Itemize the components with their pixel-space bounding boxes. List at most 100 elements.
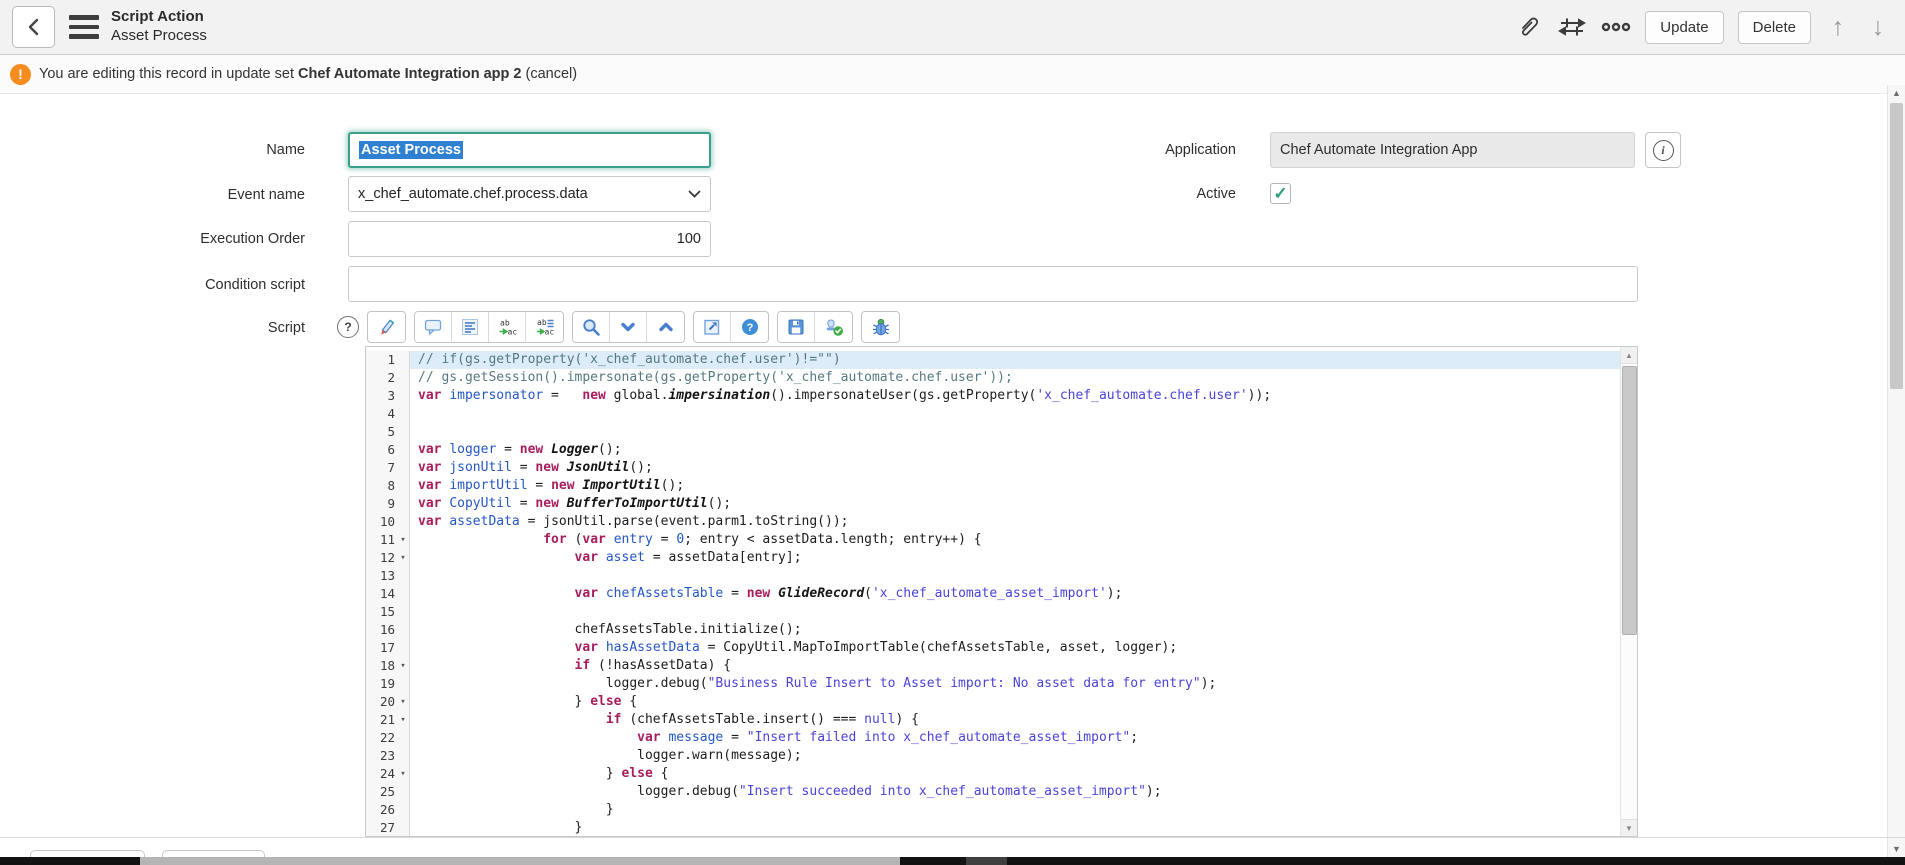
code-text[interactable]: } else { [410,765,1620,783]
code-line[interactable]: 10var assetData = jsonUtil.parse(event.p… [366,513,1620,531]
code-line[interactable]: 16 chefAssetsTable.initialize(); [366,621,1620,639]
cancel-link[interactable]: (cancel) [525,66,577,82]
update-button[interactable]: Update [1645,11,1723,44]
fold-toggle-icon[interactable]: ▾ [397,657,409,675]
script-code-editor[interactable]: 1// if(gs.getProperty('x_chef_automate.c… [365,346,1638,837]
toggle-comment-button[interactable] [415,312,452,342]
code-text[interactable] [410,405,1620,423]
menu-hamburger-icon[interactable] [69,15,99,39]
code-text[interactable] [410,603,1620,621]
editor-scrollbar-thumb[interactable] [1622,366,1637,635]
code-text[interactable] [410,567,1620,585]
code-text[interactable]: } [410,801,1620,819]
code-line[interactable]: 8var importUtil = new ImportUtil(); [366,477,1620,495]
code-line[interactable]: 1// if(gs.getProperty('x_chef_automate.c… [366,351,1620,369]
find-previous-button[interactable] [647,312,684,342]
code-line[interactable]: 13 [366,567,1620,585]
code-line[interactable]: 11▾ for (var entry = 0; entry < assetDat… [366,531,1620,549]
scroll-down-icon[interactable]: ▼ [1621,819,1637,836]
code-line[interactable]: 5 [366,423,1620,441]
page-scrollbar-thumb[interactable] [1890,103,1903,389]
code-text[interactable]: for (var entry = 0; entry < assetData.le… [410,531,1620,549]
fold-toggle-icon[interactable]: ▾ [397,765,409,783]
scroll-up-icon[interactable]: ▲ [1621,347,1637,364]
attachment-paperclip-icon[interactable] [1513,12,1543,42]
code-line[interactable]: 24▾ } else { [366,765,1620,783]
page-scroll-up-icon[interactable]: ▲ [1888,85,1905,101]
code-line[interactable]: 7var jsonUtil = new JsonUtil(); [366,459,1620,477]
format-code-button[interactable] [452,312,489,342]
code-text[interactable]: var asset = assetData[entry]; [410,549,1620,567]
fold-toggle-icon[interactable]: ▾ [397,693,409,711]
event-name-select[interactable]: x_chef_automate.chef.process.data [348,176,711,212]
code-text[interactable]: if (!hasAssetData) { [410,657,1620,675]
code-text[interactable]: var hasAssetData = CopyUtil.MapToImportT… [410,639,1620,657]
code-line[interactable]: 27 } [366,819,1620,837]
code-text[interactable]: var impersonator = new global.impersinat… [410,387,1620,405]
code-text[interactable]: var jsonUtil = new JsonUtil(); [410,459,1620,477]
fold-toggle-icon[interactable]: ▾ [397,531,409,549]
code-line[interactable]: 17 var hasAssetData = CopyUtil.MapToImpo… [366,639,1620,657]
code-line[interactable]: 21▾ if (chefAssetsTable.insert() === nul… [366,711,1620,729]
fold-toggle-icon[interactable]: ▾ [397,549,409,567]
page-scrollbar[interactable]: ▲ ▼ [1887,85,1905,857]
syntax-check-button[interactable] [815,312,852,342]
code-line[interactable]: 2// gs.getSession().impersonate(gs.getPr… [366,369,1620,387]
code-line[interactable]: 19 logger.debug("Business Rule Insert to… [366,675,1620,693]
back-button[interactable] [12,6,55,48]
code-text[interactable]: var CopyUtil = new BufferToImportUtil(); [410,495,1620,513]
code-line[interactable]: 12▾ var asset = assetData[entry]; [366,549,1620,567]
code-text[interactable]: logger.debug("Insert succeeded into x_ch… [410,783,1620,801]
code-text[interactable]: if (chefAssetsTable.insert() === null) { [410,711,1620,729]
help-circle-button[interactable]: ? [731,312,768,342]
code-text[interactable]: logger.warn(message); [410,747,1620,765]
code-line[interactable]: 15 [366,603,1620,621]
editor-scrollbar[interactable]: ▲ ▼ [1620,347,1637,836]
application-info-button[interactable]: i [1645,132,1681,168]
page-scroll-down-icon[interactable]: ▼ [1888,841,1905,857]
code-line[interactable]: 9var CopyUtil = new BufferToImportUtil()… [366,495,1620,513]
code-line[interactable]: 14 var chefAssetsTable = new GlideRecord… [366,585,1620,603]
code-line[interactable]: 22 var message = "Insert failed into x_c… [366,729,1620,747]
code-text[interactable]: // gs.getSession().impersonate(gs.getPro… [410,369,1620,387]
fold-toggle-icon[interactable]: ▾ [397,711,409,729]
code-text[interactable]: } [410,819,1620,837]
code-text[interactable]: var logger = new Logger(); [410,441,1620,459]
code-text[interactable]: var assetData = jsonUtil.parse(event.par… [410,513,1620,531]
update-set-sliders-icon[interactable] [1557,12,1587,42]
code-line[interactable]: 20▾ } else { [366,693,1620,711]
help-icon[interactable]: ? [337,316,359,338]
code-text[interactable]: chefAssetsTable.initialize(); [410,621,1620,639]
code-line[interactable]: 4 [366,405,1620,423]
code-line[interactable]: 6var logger = new Logger(); [366,441,1620,459]
find-next-button[interactable] [610,312,647,342]
code-line[interactable]: 3var impersonator = new global.impersina… [366,387,1620,405]
code-line[interactable]: 25 logger.debug("Insert succeeded into x… [366,783,1620,801]
code-text[interactable] [410,423,1620,441]
replace-button[interactable]: abac [489,312,526,342]
open-fullscreen-button[interactable] [694,312,731,342]
syntax-editor-pen-button[interactable] [368,312,405,342]
more-options-dots-icon[interactable] [1601,12,1631,42]
name-input[interactable]: Asset Process [348,132,711,168]
next-record-arrow-icon[interactable]: ↓ [1865,15,1891,40]
active-checkbox[interactable]: ✓ [1270,183,1291,204]
condition-script-input[interactable] [348,266,1638,302]
execution-order-input[interactable] [348,221,711,257]
save-button[interactable] [778,312,815,342]
script-debugger-button[interactable] [862,312,899,342]
code-line[interactable]: 18▾ if (!hasAssetData) { [366,657,1620,675]
code-text[interactable]: var chefAssetsTable = new GlideRecord('x… [410,585,1620,603]
code-text[interactable]: var importUtil = new ImportUtil(); [410,477,1620,495]
delete-button[interactable]: Delete [1738,11,1811,44]
previous-record-arrow-icon[interactable]: ↑ [1825,15,1851,40]
code-text[interactable]: } else { [410,693,1620,711]
search-button[interactable] [573,312,610,342]
replace-all-button[interactable]: abac [526,312,563,342]
code-text[interactable]: // if(gs.getProperty('x_chef_automate.ch… [410,351,1620,369]
line-number-gutter: 9 [366,495,410,513]
code-text[interactable]: var message = "Insert failed into x_chef… [410,729,1620,747]
code-line[interactable]: 23 logger.warn(message); [366,747,1620,765]
code-text[interactable]: logger.debug("Business Rule Insert to As… [410,675,1620,693]
code-line[interactable]: 26 } [366,801,1620,819]
